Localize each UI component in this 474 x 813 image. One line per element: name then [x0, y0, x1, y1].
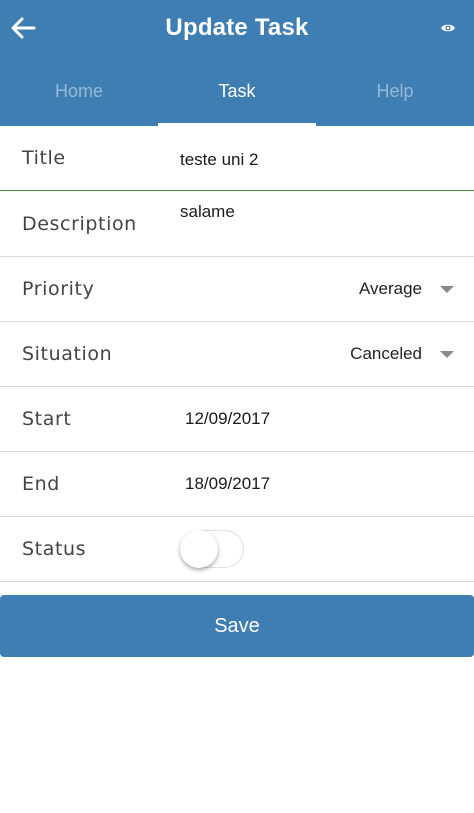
- status-toggle[interactable]: [180, 529, 246, 569]
- end-row: End 18/09/2017: [0, 452, 474, 517]
- chevron-down-icon: [440, 285, 454, 293]
- description-label: Description: [22, 213, 137, 235]
- toggle-knob: [180, 530, 218, 568]
- description-input[interactable]: salame: [180, 202, 235, 222]
- task-form: Title teste uni 2 Description salame Pri…: [0, 126, 474, 582]
- app-header: Update Task Home Task Help: [0, 0, 474, 126]
- save-button[interactable]: Save: [0, 595, 474, 657]
- tab-help[interactable]: Help: [316, 62, 474, 126]
- top-bar: Update Task: [0, 0, 474, 62]
- eye-icon: [440, 21, 456, 39]
- chevron-down-icon: [440, 350, 454, 358]
- priority-select[interactable]: Average: [359, 279, 454, 299]
- end-date-input[interactable]: 18/09/2017: [185, 474, 270, 494]
- tab-task[interactable]: Task: [158, 62, 316, 126]
- title-input[interactable]: teste uni 2: [180, 150, 258, 170]
- page-title: Update Task: [165, 14, 309, 41]
- view-button[interactable]: [436, 19, 460, 41]
- tab-home-label: Home: [54, 80, 103, 101]
- tab-task-label: Task: [218, 80, 256, 101]
- save-button-label: Save: [214, 614, 260, 637]
- back-button[interactable]: [6, 13, 40, 47]
- start-row: Start 12/09/2017: [0, 387, 474, 452]
- start-date-input[interactable]: 12/09/2017: [185, 409, 270, 429]
- description-row: Description salame: [0, 191, 474, 257]
- priority-label: Priority: [22, 278, 95, 300]
- situation-value: Canceled: [350, 344, 422, 363]
- title-label: Title: [22, 147, 66, 169]
- end-label: End: [22, 473, 60, 495]
- tab-home[interactable]: Home: [0, 62, 158, 126]
- situation-label: Situation: [22, 343, 113, 365]
- title-row: Title teste uni 2: [0, 126, 474, 191]
- status-label: Status: [22, 538, 87, 560]
- tab-help-label: Help: [376, 80, 414, 101]
- situation-select[interactable]: Canceled: [350, 344, 454, 364]
- tab-bar: Home Task Help: [0, 62, 474, 126]
- arrow-left-icon: [10, 17, 36, 44]
- start-label: Start: [22, 408, 72, 430]
- priority-row: Priority Average: [0, 257, 474, 322]
- priority-value: Average: [358, 279, 422, 298]
- status-row: Status: [0, 517, 474, 582]
- situation-row: Situation Canceled: [0, 322, 474, 387]
